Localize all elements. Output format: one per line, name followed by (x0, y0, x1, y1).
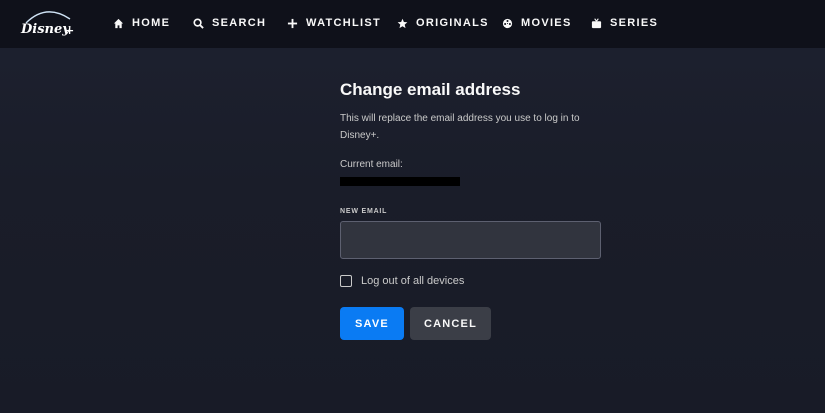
nav-series-label: SERIES (610, 17, 659, 29)
page-title: Change email address (340, 80, 521, 99)
disney-plus-logo[interactable]: Disney + (18, 9, 76, 39)
new-email-input[interactable] (340, 221, 601, 259)
change-email-form: Change email address This will replace t… (340, 78, 602, 340)
svg-text:+: + (65, 24, 74, 37)
nav-movies[interactable]: MOVIES (501, 0, 572, 46)
star-icon (396, 17, 408, 29)
tv-icon (590, 17, 602, 29)
nav-originals[interactable]: ORIGINALS (396, 0, 489, 46)
plus-icon (286, 17, 298, 29)
nav-watchlist[interactable]: WATCHLIST (286, 0, 381, 46)
nav-originals-label: ORIGINALS (416, 17, 489, 29)
logout-all-devices-label: Log out of all devices (361, 275, 465, 287)
current-email-label: Current email: (340, 159, 403, 170)
search-icon (192, 17, 204, 29)
logout-all-devices-option[interactable]: Log out of all devices (340, 275, 464, 287)
logout-all-devices-checkbox[interactable] (340, 275, 352, 287)
nav-home-label: HOME (132, 17, 171, 29)
save-button[interactable]: SAVE (340, 307, 404, 340)
nav-movies-label: MOVIES (521, 17, 572, 29)
nav-search-label: SEARCH (212, 17, 267, 29)
nav-watchlist-label: WATCHLIST (306, 17, 382, 29)
home-icon (112, 17, 124, 29)
form-description: This will replace the email address you … (340, 113, 580, 141)
nav-search[interactable]: SEARCH (192, 0, 266, 46)
top-navbar: Disney + HOME SEARCH WATCHLIST ORIGINALS… (0, 0, 825, 48)
current-email-value-redacted (340, 177, 460, 186)
nav-series[interactable]: SERIES (590, 0, 658, 46)
cancel-button[interactable]: CANCEL (410, 307, 491, 340)
new-email-label: NEW EMAIL (340, 208, 388, 215)
nav-home[interactable]: HOME (112, 0, 170, 46)
film-reel-icon (501, 17, 513, 29)
svg-text:Disney: Disney (20, 22, 71, 37)
